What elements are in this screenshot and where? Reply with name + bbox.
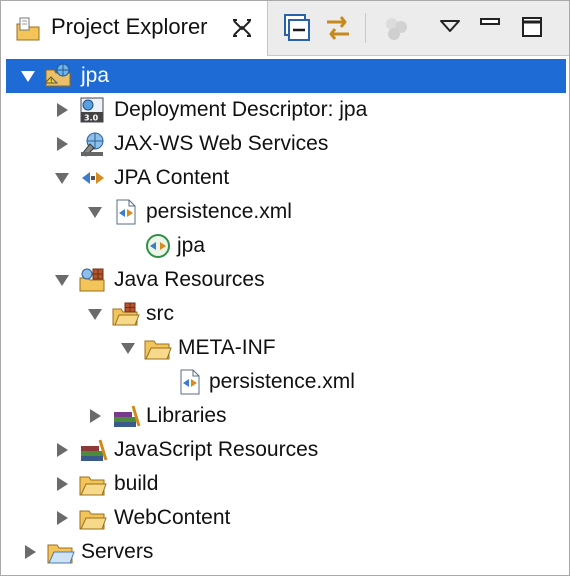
javascript-resources-icon [78, 436, 108, 464]
project-explorer-view: Project Explorer ! jpa 3.0 Deployment De… [0, 0, 570, 576]
tree-item-persistence-xml[interactable]: persistence.xml [1, 195, 569, 229]
expanded-twistie-icon[interactable] [87, 204, 103, 220]
tree-item-label: persistence.xml [146, 200, 292, 223]
folder-icon [78, 504, 108, 532]
source-folder-icon [111, 300, 141, 328]
web-project-icon: ! [43, 62, 73, 90]
tree-item-servers[interactable]: Servers [1, 535, 569, 569]
collapsed-twistie-icon[interactable] [22, 544, 38, 560]
collapsed-twistie-icon[interactable] [54, 136, 70, 152]
tree-item-label: jpa [81, 64, 110, 87]
tree-item-jpa-content[interactable]: JPA Content [1, 161, 569, 195]
filters-icon[interactable] [379, 11, 413, 45]
tree-item-meta-inf-persistence-xml[interactable]: persistence.xml [1, 365, 569, 399]
tree-item-label: WebContent [114, 506, 231, 529]
tree-item-webcontent[interactable]: WebContent [1, 501, 569, 535]
expanded-twistie-icon[interactable] [54, 272, 70, 288]
tree-item-label: JAX-WS Web Services [114, 132, 329, 155]
servers-folder-icon [46, 538, 76, 566]
deployment-descriptor-icon: 3.0 [78, 96, 108, 124]
collapsed-twistie-icon[interactable] [87, 408, 103, 424]
tab-project-explorer[interactable]: Project Explorer [1, 1, 268, 56]
svg-text:3.0: 3.0 [84, 114, 99, 123]
tree-item-label: jpa [177, 234, 206, 257]
web-services-icon [78, 130, 108, 158]
tree-item-jax-ws-web-services[interactable]: JAX-WS Web Services [1, 127, 569, 161]
xml-file-icon [111, 198, 141, 226]
tree-item-persistence-unit-jpa[interactable]: jpa [1, 229, 569, 263]
tree-item-label: JavaScript Resources [114, 438, 319, 461]
tree-item-label: Libraries [146, 404, 227, 427]
link-with-editor-icon[interactable] [321, 11, 355, 45]
persistence-unit-icon [143, 232, 173, 260]
tree-item-src[interactable]: src [1, 297, 569, 331]
minimize-icon[interactable] [473, 11, 507, 45]
folder-icon [78, 470, 108, 498]
tree-item-label: Java Resources [114, 268, 265, 291]
expanded-twistie-icon[interactable] [120, 340, 136, 356]
view-menu-icon[interactable] [433, 11, 467, 45]
toolbar-separator [365, 13, 366, 43]
jpa-content-icon [78, 164, 108, 192]
tree-item-java-resources[interactable]: Java Resources [1, 263, 569, 297]
expanded-twistie-icon[interactable] [54, 170, 70, 186]
tree-item-label: src [146, 302, 174, 325]
expanded-twistie-icon[interactable] [20, 68, 36, 84]
tree-item-label: Deployment Descriptor: jpa [114, 98, 368, 121]
project-explorer-icon [14, 15, 42, 43]
collapsed-twistie-icon[interactable] [54, 442, 70, 458]
tree-item-label: Servers [81, 540, 154, 563]
collapsed-twistie-icon[interactable] [54, 476, 70, 492]
tree-item-label: JPA Content [114, 166, 230, 189]
tree-item-label: META-INF [178, 336, 276, 359]
tree-item-javascript-resources[interactable]: JavaScript Resources [1, 433, 569, 467]
view-toolbar: Project Explorer [1, 1, 569, 56]
expanded-twistie-icon[interactable] [87, 306, 103, 322]
tree-item-build[interactable]: build [1, 467, 569, 501]
maximize-icon[interactable] [515, 11, 549, 45]
collapse-all-icon[interactable] [279, 11, 313, 45]
folder-open-icon [143, 334, 173, 362]
project-tree: ! jpa 3.0 Deployment Descriptor: jpa JAX… [1, 55, 569, 575]
collapsed-twistie-icon[interactable] [54, 102, 70, 118]
tree-item-libraries[interactable]: Libraries [1, 399, 569, 433]
tree-item-meta-inf[interactable]: META-INF [1, 331, 569, 365]
tree-item-label: persistence.xml [209, 370, 355, 393]
tree-item-label: build [114, 472, 159, 495]
svg-text:!: ! [50, 78, 52, 85]
java-resources-icon [78, 266, 108, 294]
collapsed-twistie-icon[interactable] [54, 510, 70, 526]
xml-file-icon [175, 368, 205, 396]
view-title: Project Explorer [51, 14, 208, 39]
close-icon[interactable] [231, 17, 253, 39]
tree-item-deployment-descriptor[interactable]: 3.0 Deployment Descriptor: jpa [1, 93, 569, 127]
libraries-icon [111, 402, 141, 430]
tree-item-jpa-project[interactable]: ! jpa [1, 59, 569, 93]
